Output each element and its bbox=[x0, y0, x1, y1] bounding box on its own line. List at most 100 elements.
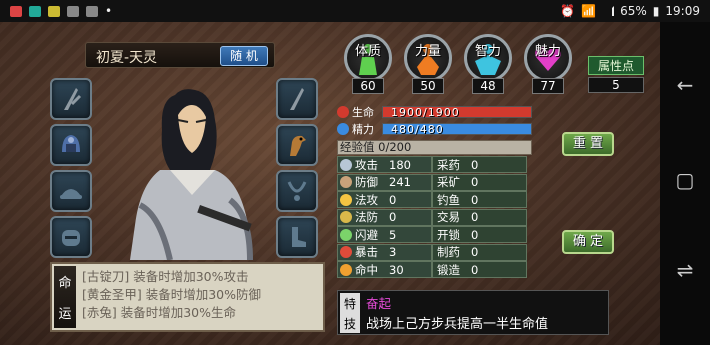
boots-icon bbox=[292, 227, 306, 247]
stat-value: 0 bbox=[471, 192, 479, 207]
stat-row: 攻击 180 采药 0 bbox=[337, 156, 527, 173]
clock: 19:09 bbox=[665, 4, 700, 18]
stat-value: 3 bbox=[389, 245, 397, 259]
stat-name: 制药 bbox=[437, 245, 460, 259]
stat-value: 30 bbox=[389, 262, 404, 277]
stat-name: 攻击 bbox=[355, 157, 378, 172]
stat-row: 防御 241 采矿 0 bbox=[337, 173, 527, 191]
destiny-lines: [古锭刀] 装备时增加30%攻击 [黄金圣甲] 装备时增加30%防御 [赤兔] … bbox=[82, 268, 261, 322]
stat-icon bbox=[340, 158, 352, 171]
destiny-line: [黄金圣甲] 装备时增加30%防御 bbox=[82, 287, 262, 302]
signal-icon bbox=[602, 6, 615, 16]
attribute-points-label: 属性点 bbox=[588, 56, 644, 75]
stat-name: 开锁 bbox=[437, 227, 460, 242]
boots-slot[interactable] bbox=[276, 216, 318, 258]
back-icon[interactable]: ← bbox=[672, 72, 698, 98]
notification-icons: • bbox=[10, 4, 112, 18]
stat-icon bbox=[340, 263, 352, 276]
stat-value: 180 bbox=[389, 157, 411, 172]
mask-helmet-icon bbox=[62, 230, 80, 246]
battery-percent: 65% bbox=[620, 4, 647, 18]
stat-cell: 法攻 0 bbox=[337, 191, 432, 208]
armor-slot[interactable] bbox=[50, 124, 92, 166]
stat-row: 法攻 0 钓鱼 0 bbox=[337, 191, 527, 208]
stat-icon bbox=[340, 193, 352, 206]
skill-stat-cell: 采矿 0 bbox=[432, 173, 527, 191]
horse-icon bbox=[290, 135, 306, 156]
stat-icon bbox=[340, 246, 352, 258]
mp-text: 480/480 bbox=[391, 123, 444, 136]
status-bar: • ⏰ 📶 65% ▮ 19:09 bbox=[0, 0, 710, 22]
stat-value: 0 bbox=[471, 210, 479, 224]
home-icon[interactable]: ▢ bbox=[672, 167, 698, 193]
stat-row: 命中 30 锻造 0 bbox=[337, 261, 527, 278]
battery-icon: ▮ bbox=[652, 4, 660, 18]
stat-name: 钓鱼 bbox=[437, 192, 460, 207]
orb-label: 智力 bbox=[474, 44, 501, 59]
necklace-slot[interactable] bbox=[276, 170, 318, 212]
destiny-tag-char: 运 bbox=[58, 307, 72, 322]
image-notification-icon bbox=[86, 5, 98, 17]
stat-name: 法攻 bbox=[355, 192, 378, 207]
offhand-slot[interactable] bbox=[276, 78, 318, 120]
warrior-portrait-icon bbox=[130, 89, 253, 261]
orb-value: 48 bbox=[472, 78, 504, 94]
hp-bar: 1900/1900 bbox=[382, 106, 532, 119]
attribute-points-value: 5 bbox=[588, 77, 644, 93]
stat-value: 0 bbox=[471, 227, 479, 242]
accessory-slot[interactable] bbox=[50, 170, 92, 212]
skill-stat-cell: 钓鱼 0 bbox=[432, 191, 527, 208]
energy-icon bbox=[337, 123, 349, 135]
stat-value: 0 bbox=[471, 175, 479, 189]
stat-name: 防御 bbox=[355, 175, 378, 189]
attr-strength[interactable]: 力量 50 bbox=[398, 28, 458, 98]
attr-constitution[interactable]: 体质 60 bbox=[338, 28, 398, 98]
attr-charisma[interactable]: 魅力 77 bbox=[518, 28, 578, 98]
hp-row: 生命 1900/1900 bbox=[337, 105, 532, 119]
app-notification-icon bbox=[48, 5, 60, 17]
skill-name: 奋起 bbox=[366, 296, 392, 311]
skill-stat-cell: 锻造 0 bbox=[432, 261, 527, 278]
stat-icon bbox=[340, 176, 352, 188]
sword-icon bbox=[64, 88, 82, 110]
skill-stat-cell: 采药 0 bbox=[432, 156, 527, 173]
orb-label: 魅力 bbox=[534, 44, 561, 59]
destiny-tag-char: 命 bbox=[58, 276, 72, 291]
attr-intelligence[interactable]: 智力 48 bbox=[458, 28, 518, 98]
image-notification-icon bbox=[67, 5, 79, 17]
reset-button[interactable]: 重 置 bbox=[562, 132, 614, 156]
mp-bar: 480/480 bbox=[382, 123, 532, 136]
skill-tag: 特 技 bbox=[340, 293, 360, 333]
mp-label: 精力 bbox=[352, 123, 374, 136]
skill-description: 战场上己方步兵提高一半生命值 bbox=[366, 317, 549, 332]
skill-stat-cell: 制药 0 bbox=[432, 243, 527, 261]
mount-slot[interactable] bbox=[276, 124, 318, 166]
skill-stat-cell: 交易 0 bbox=[432, 208, 527, 226]
confirm-button[interactable]: 确 定 bbox=[562, 230, 614, 254]
helmet-slot[interactable] bbox=[50, 216, 92, 258]
random-button[interactable]: 随 机 bbox=[220, 46, 268, 66]
stats-grid: 攻击 180 采药 0 防御 241 采矿 0 法攻 0 钓鱼 0 法防 0 交易 0 闪避 5 开锁 0 暴击 3 制药 0… bbox=[337, 156, 527, 279]
status-icons: ⏰ 📶 65% ▮ 19:09 bbox=[560, 4, 700, 18]
stat-icon bbox=[340, 211, 352, 223]
stat-cell: 暴击 3 bbox=[337, 243, 432, 261]
stat-value: 241 bbox=[389, 175, 411, 189]
stat-name: 命中 bbox=[355, 262, 378, 277]
recents-icon[interactable]: ⇌ bbox=[672, 257, 698, 283]
hp-label: 生命 bbox=[352, 106, 374, 119]
alarm-icon: ⏰ bbox=[560, 4, 576, 18]
hero-portrait bbox=[100, 75, 275, 261]
stat-name: 法防 bbox=[355, 210, 378, 224]
stat-row: 暴击 3 制药 0 bbox=[337, 243, 527, 261]
special-skill-panel: 特 技 奋起 战场上己方步兵提高一半生命值 bbox=[337, 290, 609, 335]
orb-value: 50 bbox=[412, 78, 444, 94]
wifi-icon: 📶 bbox=[581, 4, 597, 18]
app-notification-icon bbox=[10, 5, 22, 17]
skill-stat-cell: 开锁 0 bbox=[432, 226, 527, 243]
stat-value: 5 bbox=[389, 227, 397, 242]
character-name: 初夏-天灵 bbox=[96, 50, 158, 66]
skill-tag-char: 特 bbox=[343, 296, 356, 311]
weapon-slot[interactable] bbox=[50, 78, 92, 120]
blade-icon bbox=[290, 88, 304, 110]
destiny-line: [古锭刀] 装备时增加30%攻击 bbox=[82, 269, 249, 284]
